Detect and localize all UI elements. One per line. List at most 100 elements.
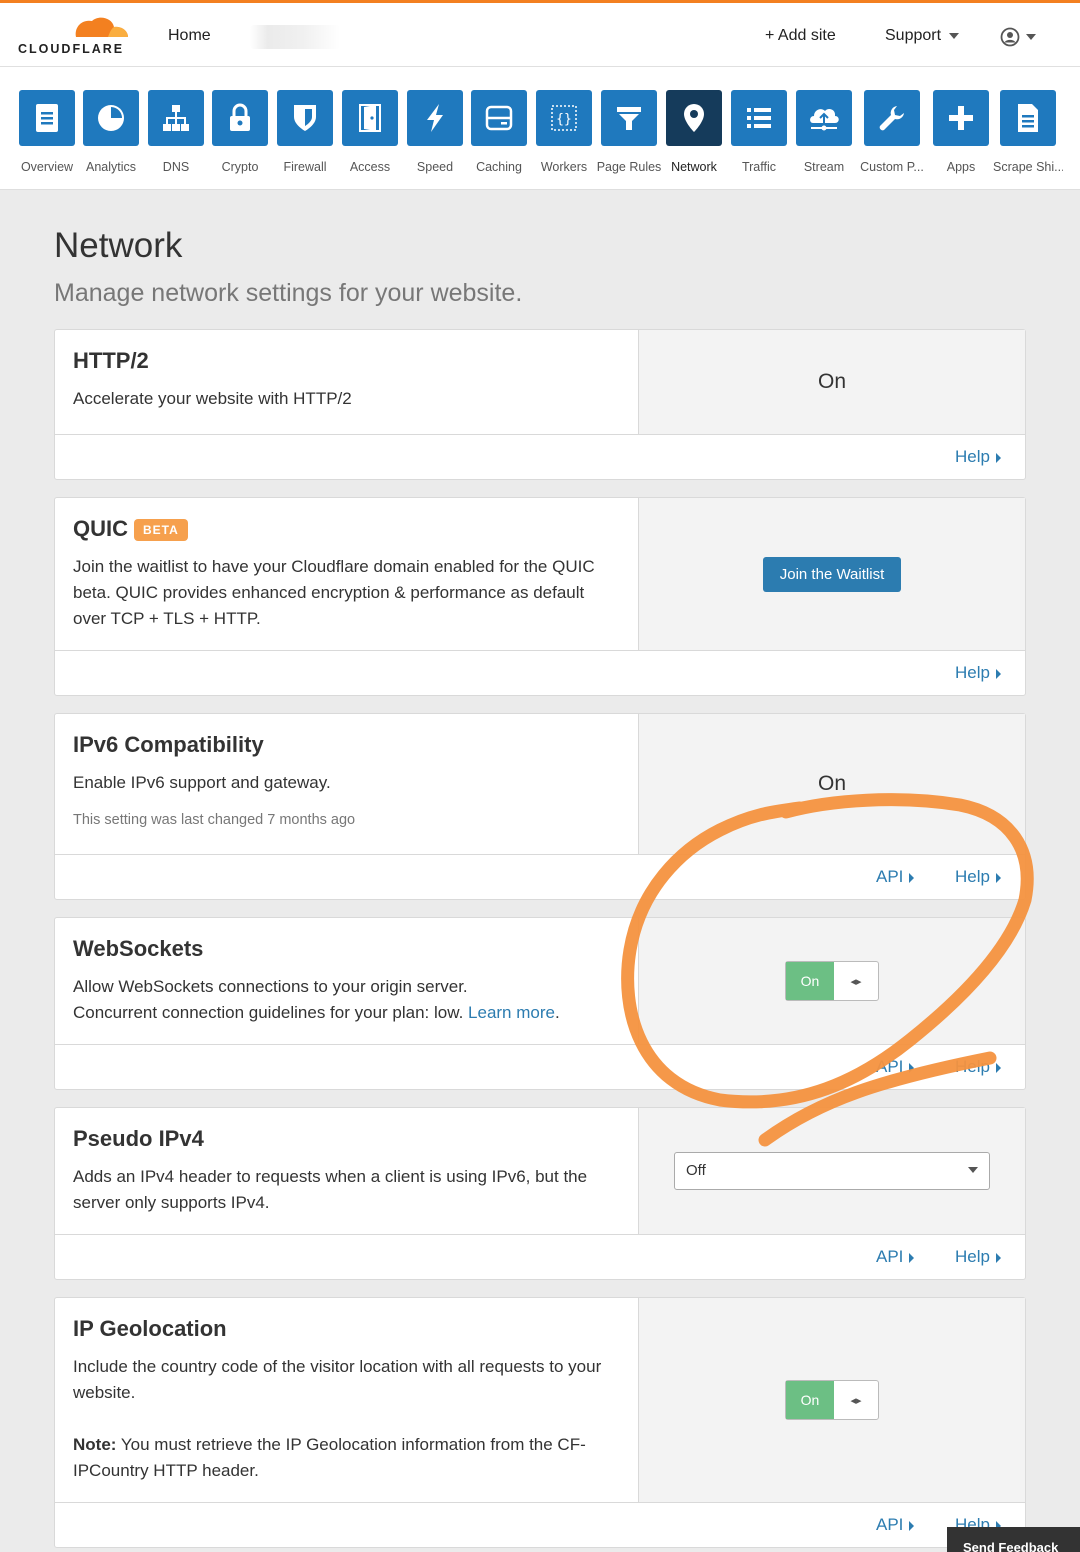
caret-right-icon <box>909 1062 915 1073</box>
server-icon <box>485 105 513 131</box>
app-page-rules[interactable]: Page Rules <box>594 90 664 174</box>
card-description: Accelerate your website with HTTP/2 <box>73 389 352 408</box>
help-link[interactable]: Help <box>955 663 1001 683</box>
user-avatar-icon <box>1000 27 1020 47</box>
add-site-link[interactable]: + Add site <box>765 27 836 45</box>
send-feedback-button[interactable]: Send Feedback <box>947 1527 1080 1552</box>
toggle-handle-icon: ◂▸ <box>850 975 862 988</box>
shield-icon <box>294 105 316 131</box>
app-label: Firewall <box>283 160 327 174</box>
app-stream[interactable]: Stream <box>789 90 859 174</box>
app-overview[interactable]: Overview <box>12 90 82 174</box>
user-menu[interactable] <box>1000 27 1050 49</box>
chevron-down-icon <box>968 1167 978 1173</box>
help-label: Help <box>955 1057 990 1076</box>
app-network[interactable]: Network <box>659 90 729 174</box>
quic-card: QUIC BETA Join the waitlist to have your … <box>54 497 1026 696</box>
app-firewall[interactable]: Firewall <box>270 90 340 174</box>
app-label: Workers <box>540 160 588 174</box>
app-access[interactable]: Access <box>335 90 405 174</box>
websockets-toggle[interactable]: On ◂▸ <box>785 961 879 1001</box>
caret-right-icon <box>995 452 1001 463</box>
toggle-on-label: On <box>786 1381 834 1419</box>
app-label: Access <box>349 160 391 174</box>
pie-chart-icon <box>98 105 124 131</box>
app-label: Scrape Shi... <box>993 160 1063 174</box>
app-analytics[interactable]: Analytics <box>76 90 146 174</box>
card-description: Allow WebSockets connections to your ori… <box>73 974 621 1026</box>
http2-card: HTTP/2 Accelerate your website with HTTP… <box>54 329 1026 480</box>
api-label: API <box>876 1057 904 1076</box>
api-link[interactable]: API <box>876 867 915 887</box>
cloud-upload-icon <box>810 108 839 131</box>
page-title: Network <box>54 226 183 265</box>
app-label: Speed <box>416 160 454 174</box>
last-changed-text: This setting was last changed 7 months a… <box>73 812 356 828</box>
home-link[interactable]: Home <box>168 27 211 45</box>
file-icon <box>1018 104 1038 132</box>
caret-right-icon <box>995 872 1001 883</box>
location-pin-icon <box>684 104 704 132</box>
card-title: IP Geolocation <box>73 1316 227 1341</box>
help-label: Help <box>955 867 990 886</box>
app-traffic[interactable]: Traffic <box>724 90 794 174</box>
app-scrape-shield[interactable]: Scrape Shi... <box>993 90 1063 174</box>
cloudflare-logo[interactable]: CLOUDFLARE <box>18 13 133 59</box>
join-waitlist-button[interactable]: Join the Waitlist <box>762 556 902 592</box>
app-label: Overview <box>20 160 74 174</box>
help-label: Help <box>955 663 990 682</box>
app-caching[interactable]: Caching <box>464 90 534 174</box>
app-custom-pages[interactable]: Custom P... <box>857 90 927 174</box>
app-label: Traffic <box>741 160 777 174</box>
card-description: Include the country code of the visitor … <box>73 1357 602 1402</box>
caret-right-icon <box>909 1252 915 1263</box>
page-subtitle: Manage network settings for your website… <box>54 279 523 307</box>
network-tree-icon <box>163 105 189 131</box>
wrench-icon <box>879 106 904 131</box>
app-label: Crypto <box>221 160 259 174</box>
app-dns[interactable]: DNS <box>141 90 211 174</box>
help-label: Help <box>955 1247 990 1266</box>
redacted-domain[interactable] <box>250 25 340 49</box>
logo-text: CLOUDFLARE <box>18 42 125 56</box>
ipv6-status: On <box>817 772 846 795</box>
pseudo-ipv4-select[interactable]: Off <box>674 1152 990 1190</box>
help-link[interactable]: Help <box>955 447 1001 467</box>
app-label: Caching <box>476 160 522 174</box>
app-crypto[interactable]: Crypto <box>205 90 275 174</box>
caret-right-icon <box>995 1062 1001 1073</box>
pseudo-ipv4-card: Pseudo IPv4 Adds an IPv4 header to reque… <box>54 1107 1026 1280</box>
ipv6-card: IPv6 Compatibility Enable IPv6 support a… <box>54 713 1026 900</box>
api-link[interactable]: API <box>876 1247 915 1267</box>
card-title: WebSockets <box>73 936 204 961</box>
app-workers[interactable]: {} Workers <box>529 90 599 174</box>
list-icon <box>747 108 771 128</box>
chevron-down-icon <box>949 32 960 39</box>
api-link[interactable]: API <box>876 1515 915 1535</box>
help-link[interactable]: Help <box>955 1057 1001 1077</box>
support-label: Support <box>885 27 942 44</box>
support-menu[interactable]: Support <box>885 27 960 45</box>
door-icon <box>359 104 381 132</box>
card-description: Enable IPv6 support and gateway. <box>73 773 331 792</box>
learn-more-link[interactable]: Learn more <box>468 1003 555 1022</box>
app-speed[interactable]: Speed <box>400 90 470 174</box>
help-link[interactable]: Help <box>955 1247 1001 1267</box>
websockets-card: WebSockets Allow WebSockets connections … <box>54 917 1026 1090</box>
caret-right-icon <box>909 1520 915 1531</box>
app-label: Page Rules <box>596 160 662 174</box>
ip-geolocation-toggle[interactable]: On ◂▸ <box>785 1380 879 1420</box>
app-apps[interactable]: Apps <box>926 90 996 174</box>
caret-right-icon <box>995 1252 1001 1263</box>
app-label: Stream <box>803 160 845 174</box>
caret-right-icon <box>995 668 1001 679</box>
app-label: Network <box>671 160 717 174</box>
help-link[interactable]: Help <box>955 867 1001 887</box>
plus-icon <box>949 106 973 130</box>
http2-status: On <box>817 370 846 393</box>
card-note: Note: You must retrieve the IP Geolocati… <box>73 1432 621 1484</box>
desc-line: Allow WebSockets connections to your ori… <box>73 977 468 996</box>
card-title: Pseudo IPv4 <box>73 1126 204 1151</box>
api-label: API <box>876 1247 904 1266</box>
api-link[interactable]: API <box>876 1057 915 1077</box>
